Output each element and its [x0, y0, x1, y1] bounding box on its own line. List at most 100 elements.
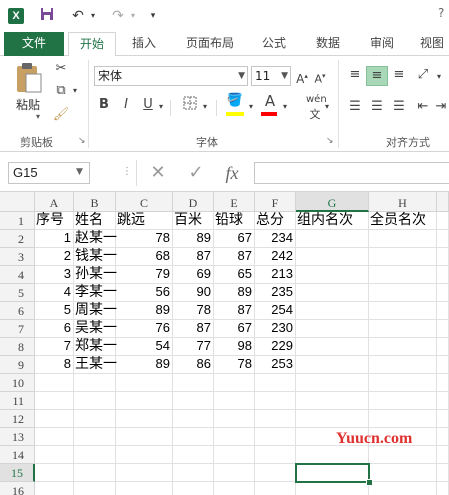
font-color-dropdown-icon[interactable]: ▾	[280, 98, 290, 116]
cell-a12[interactable]	[35, 410, 74, 428]
cell-a6[interactable]: 5	[35, 302, 74, 320]
cell-g9[interactable]	[296, 356, 369, 374]
cell-g12[interactable]	[296, 410, 369, 428]
redo-dropdown-icon[interactable]: ▾	[128, 7, 138, 25]
cell-e4[interactable]: 65	[214, 266, 255, 284]
cell-d1[interactable]: 百米	[173, 212, 214, 230]
cell-d16[interactable]	[173, 482, 214, 495]
cell-f2[interactable]: 234	[255, 230, 296, 248]
cell-e15[interactable]	[214, 464, 255, 482]
cell-d7[interactable]: 87	[173, 320, 214, 338]
cell-b5[interactable]: 李某一	[74, 284, 117, 302]
cell-f16[interactable]	[255, 482, 296, 495]
cell-b14[interactable]	[74, 446, 116, 464]
cell-h8[interactable]	[369, 338, 437, 356]
row-header-11[interactable]: 11	[0, 392, 35, 410]
font-size-combo[interactable]: 11 ▼	[251, 66, 291, 86]
row-header-9[interactable]: 9	[0, 356, 35, 374]
row-header-3[interactable]: 3	[0, 248, 35, 266]
row-header-6[interactable]: 6	[0, 302, 35, 320]
cell-g1[interactable]: 组内名次	[296, 212, 369, 230]
cell-a9[interactable]: 8	[35, 356, 74, 374]
tab-insert[interactable]: 插入	[122, 32, 166, 56]
cell-a2[interactable]: 1	[35, 230, 74, 248]
align-center-icon[interactable]: ☰	[368, 98, 386, 116]
cell-c6[interactable]: 89	[116, 302, 173, 320]
row-header-8[interactable]: 8	[0, 338, 35, 356]
undo-icon[interactable]: ↶	[68, 7, 88, 25]
cell-c8[interactable]: 54	[116, 338, 173, 356]
cell-g4[interactable]	[296, 266, 369, 284]
cell-e5[interactable]: 89	[214, 284, 255, 302]
cell-d13[interactable]	[173, 428, 214, 446]
cell-h6[interactable]	[369, 302, 437, 320]
cell-f11[interactable]	[255, 392, 296, 410]
tab-view[interactable]: 视图	[412, 32, 449, 56]
cell-c5[interactable]: 56	[116, 284, 173, 302]
orientation-icon[interactable]: ⤢	[414, 66, 432, 84]
cell-e14[interactable]	[214, 446, 255, 464]
borders-dropdown-icon[interactable]: ▾	[200, 98, 210, 116]
cell-d11[interactable]	[173, 392, 214, 410]
cell-e2[interactable]: 67	[214, 230, 255, 248]
cell-h5[interactable]	[369, 284, 437, 302]
cell-h7[interactable]	[369, 320, 437, 338]
borders-icon[interactable]	[182, 96, 198, 116]
cell-f7[interactable]: 230	[255, 320, 296, 338]
row-header-12[interactable]: 12	[0, 410, 35, 428]
column-header-c[interactable]: C	[116, 192, 173, 212]
cell-d3[interactable]: 87	[173, 248, 214, 266]
clipboard-launcher-icon[interactable]: ↘	[78, 136, 86, 146]
underline-button[interactable]: U	[140, 96, 156, 114]
tab-formulas[interactable]: 公式	[252, 32, 296, 56]
cell-e16[interactable]	[214, 482, 255, 495]
row-header-5[interactable]: 5	[0, 284, 35, 302]
paste-button-label[interactable]: 粘贴	[16, 96, 40, 113]
orientation-dropdown-icon[interactable]: ▾	[434, 68, 444, 86]
column-header-e[interactable]: E	[214, 192, 255, 212]
tab-file[interactable]: 文件	[4, 32, 64, 56]
row-header-7[interactable]: 7	[0, 320, 35, 338]
cell-a4[interactable]: 3	[35, 266, 74, 284]
formula-bar-resize-handle[interactable]: ⋮	[122, 166, 132, 177]
top-align-icon[interactable]: ≡	[346, 66, 364, 84]
row-header-4[interactable]: 4	[0, 266, 35, 284]
cell-b3[interactable]: 钱某一	[74, 248, 117, 266]
cell-b12[interactable]	[74, 410, 116, 428]
cell-c13[interactable]	[116, 428, 173, 446]
cell-a3[interactable]: 2	[35, 248, 74, 266]
cell-h14[interactable]	[369, 446, 437, 464]
font-name-combo[interactable]: 宋体 ▼	[94, 66, 248, 86]
column-header-a[interactable]: A	[35, 192, 74, 212]
cell-f14[interactable]	[255, 446, 296, 464]
cell-d9[interactable]: 86	[173, 356, 214, 374]
cell-f10[interactable]	[255, 374, 296, 392]
cell-f13[interactable]	[255, 428, 296, 446]
cell-g10[interactable]	[296, 374, 369, 392]
cell-f9[interactable]: 253	[255, 356, 296, 374]
cell-b4[interactable]: 孙某一	[74, 266, 117, 284]
cell-h15[interactable]	[369, 464, 437, 482]
cell-a14[interactable]	[35, 446, 74, 464]
cell-g5[interactable]	[296, 284, 369, 302]
cell-d15[interactable]	[173, 464, 214, 482]
cell-e11[interactable]	[214, 392, 255, 410]
paste-icon[interactable]	[14, 62, 44, 94]
cell-f5[interactable]: 235	[255, 284, 296, 302]
close-window-icon[interactable]: ?	[438, 6, 444, 20]
cell-e9[interactable]: 78	[214, 356, 255, 374]
column-header-g[interactable]: G	[296, 192, 369, 212]
cell-f15[interactable]	[255, 464, 296, 482]
cell-e10[interactable]	[214, 374, 255, 392]
cell-f6[interactable]: 254	[255, 302, 296, 320]
cell-g14[interactable]	[296, 446, 369, 464]
cell-f8[interactable]: 229	[255, 338, 296, 356]
cell-e12[interactable]	[214, 410, 255, 428]
cell-c9[interactable]: 89	[116, 356, 173, 374]
cell-a5[interactable]: 4	[35, 284, 74, 302]
cell-g2[interactable]	[296, 230, 369, 248]
cell-h3[interactable]	[369, 248, 437, 266]
cell-g16[interactable]	[296, 482, 369, 495]
cell-c11[interactable]	[116, 392, 173, 410]
italic-button[interactable]: I	[118, 96, 134, 114]
